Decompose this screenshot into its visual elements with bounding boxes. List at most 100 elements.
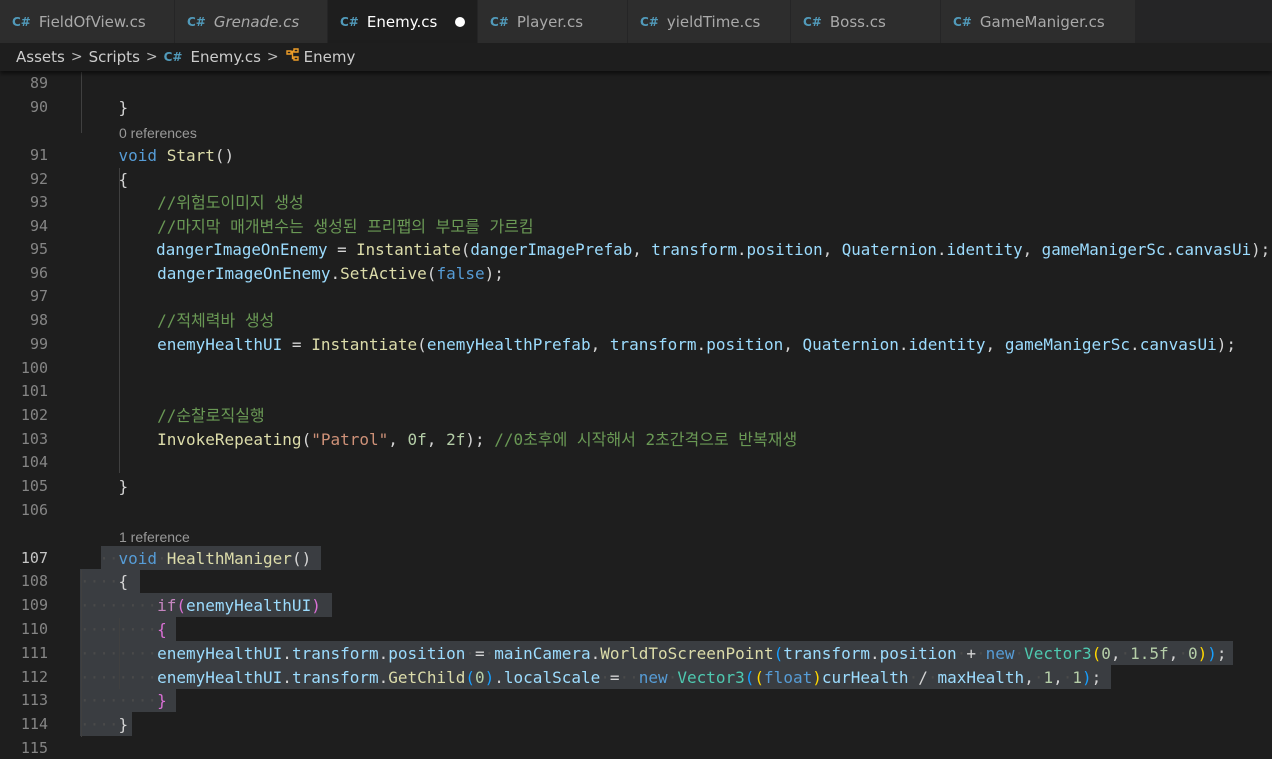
code-token: · [600, 668, 610, 687]
code-token: enemyHealthUI [185, 596, 312, 615]
tab-fieldofview-cs[interactable]: C# FieldOfView.cs [0, 0, 175, 43]
line-number[interactable]: 115 [0, 737, 48, 759]
code-line[interactable]: ··void·HealthManiger() [80, 547, 311, 571]
breadcrumb-scripts[interactable]: Scripts [89, 48, 140, 66]
code-line[interactable]: //마지막 매개변수는 생성된 프리팹의 부모를 가르킴 [80, 215, 534, 239]
code-token: ) [1082, 668, 1092, 687]
line-number[interactable]: 89 [0, 72, 48, 96]
line-number[interactable]: 94 [0, 215, 48, 239]
line-number[interactable]: 100 [0, 357, 48, 381]
code-token: Vector3 [677, 668, 745, 687]
code-token: . [590, 644, 601, 663]
line-number[interactable]: 92 [0, 168, 48, 192]
code-token: / [918, 668, 928, 687]
code-token: Instantiate [356, 240, 461, 259]
tab-label: yieldTime.cs [666, 12, 761, 31]
code-token: new [985, 644, 1015, 663]
line-number[interactable]: 112 [0, 666, 48, 690]
tab-enemy-cs[interactable]: C# Enemy.cs [328, 0, 478, 43]
breadcrumb-file[interactable]: Enemy.cs [191, 48, 261, 66]
code-token: dangerImageOnEnemy [157, 264, 331, 283]
line-number[interactable]: 103 [0, 428, 48, 452]
code-token: . [378, 668, 389, 687]
code-line[interactable]: } [80, 96, 129, 120]
code-line[interactable]: //위험도이미지 생성 [80, 191, 304, 215]
line-number[interactable]: 108 [0, 570, 48, 594]
code-line[interactable]: ········enemyHealthUI.transform.GetChild… [80, 666, 1101, 690]
code-token: enemyHealthUI [157, 644, 283, 663]
tab-player-cs[interactable]: C# Player.cs [478, 0, 628, 43]
code-token: Vector3 [1024, 644, 1092, 663]
code-token: = [282, 335, 312, 354]
line-number[interactable]: 95 [0, 238, 48, 262]
code-token: } [80, 477, 129, 496]
line-number[interactable]: 99 [0, 333, 48, 357]
code-token: ); [1251, 240, 1271, 259]
code-token: ( [773, 644, 784, 663]
line-number[interactable]: 107 [0, 547, 48, 571]
tab-label: Enemy.cs [366, 12, 438, 31]
code-line[interactable]: dangerImageOnEnemy = Instantiate(dangerI… [80, 238, 1270, 262]
line-number[interactable]: 109 [0, 594, 48, 618]
code-token: ( [1091, 644, 1102, 663]
line-number[interactable]: 111 [0, 642, 48, 666]
tab-yieldtime-cs[interactable]: C# yieldTime.cs [628, 0, 791, 43]
code-token: gameManigerSc [1004, 335, 1131, 354]
code-token: Quaternion [841, 240, 937, 259]
line-number[interactable]: 91 [0, 144, 48, 168]
code-line[interactable]: ········} [80, 689, 167, 713]
unsaved-dot-icon[interactable] [455, 16, 466, 27]
code-token: ) [311, 596, 321, 615]
code-line[interactable]: enemyHealthUI = Instantiate(enemyHealthP… [80, 333, 1236, 357]
code-token: //마지막 매개변수는 생성된 프리팹의 부모를 가르킴 [157, 217, 534, 236]
line-number[interactable]: 113 [0, 689, 48, 713]
code-line[interactable]: { [80, 168, 129, 192]
line-number[interactable]: 104 [0, 451, 48, 475]
code-token: () [214, 146, 235, 165]
line-number[interactable]: 96 [0, 262, 48, 286]
code-token: transform [291, 644, 379, 663]
code-line[interactable]: dangerImageOnEnemy.SetActive(false); [80, 262, 504, 286]
tab-boss-cs[interactable]: C# Boss.cs [791, 0, 941, 43]
code-token: · [956, 644, 967, 663]
code-line[interactable]: InvokeRepeating("Patrol", 0f, 2f); //0초후… [80, 428, 797, 452]
codelens-references[interactable]: 1 reference [119, 526, 190, 548]
code-line[interactable]: ········{ [80, 618, 167, 642]
code-line[interactable]: void Start() [80, 144, 235, 168]
code-token: //0초후에 시작해서 2초간격으로 반복재생 [494, 430, 798, 449]
code-token: ( [460, 240, 471, 259]
code-line[interactable]: //순찰로직실행 [80, 404, 265, 428]
line-number[interactable]: 110 [0, 618, 48, 642]
code-editor[interactable]: 0 references 1 reference 89 90 } 91 void S… [0, 71, 1272, 759]
code-token: position [746, 240, 823, 259]
line-number[interactable]: 102 [0, 404, 48, 428]
code-line[interactable]: ····{ [80, 570, 128, 594]
line-number[interactable]: 93 [0, 191, 48, 215]
line-number[interactable]: 90 [0, 96, 48, 120]
code-line[interactable]: } [80, 475, 129, 499]
code-token: position [388, 644, 466, 663]
line-number[interactable]: 98 [0, 309, 48, 333]
code-line[interactable]: ········enemyHealthUI.transform.position… [80, 642, 1227, 666]
tab-gamemaniger-cs[interactable]: C# GameManiger.cs [941, 0, 1136, 43]
code-line[interactable]: ····} [80, 713, 128, 737]
code-token: , [1110, 644, 1121, 663]
code-line[interactable]: ········if(enemyHealthUI) [80, 594, 321, 618]
code-token: . [1130, 335, 1140, 354]
code-token: enemyHealthUI [157, 668, 283, 687]
line-number[interactable]: 105 [0, 475, 48, 499]
breadcrumb-assets[interactable]: Assets [16, 48, 65, 66]
line-number[interactable]: 97 [0, 285, 48, 309]
code-line[interactable]: //적체력바 생성 [80, 309, 274, 333]
csharp-file-icon: C# [490, 14, 509, 29]
codelens-references[interactable]: 0 references [119, 122, 197, 144]
line-number[interactable]: 114 [0, 713, 48, 737]
line-number[interactable]: 101 [0, 380, 48, 404]
tab-grenade-cs[interactable]: C# Grenade.cs [175, 0, 328, 43]
breadcrumb-class[interactable]: Enemy [304, 48, 356, 66]
line-number[interactable]: 106 [0, 499, 48, 523]
code-token: , [822, 240, 842, 259]
code-token: ········ [80, 644, 158, 663]
